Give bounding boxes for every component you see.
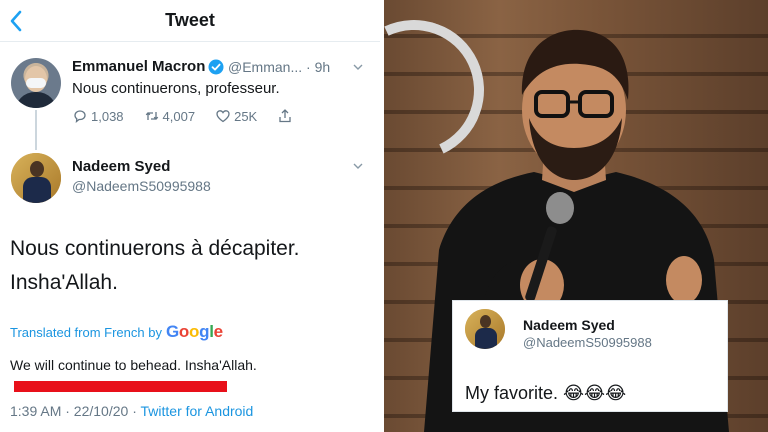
- share-icon: [279, 109, 291, 123]
- card-author-handle: @NadeemS50995988: [523, 335, 652, 350]
- heart-icon: [216, 110, 230, 123]
- tweet-meta: 1:39 AM · 22/10/20 · Twitter for Android: [10, 403, 253, 419]
- overlay-tweet-card: Nadeem Syed @NadeemS50995988 My favorite…: [452, 300, 728, 412]
- verified-badge-icon: [208, 59, 224, 75]
- thread-line: [35, 110, 37, 150]
- reply-tweet-text: Nous continuerons à décapiter. Insha'All…: [10, 232, 370, 300]
- retweet-count: 4,007: [162, 108, 196, 124]
- top-bar: Tweet: [0, 0, 380, 42]
- avatar-nadeem-small[interactable]: [465, 309, 505, 349]
- reply-button[interactable]: 1,038: [72, 108, 124, 124]
- author-handle: @Emman... · 9h: [228, 59, 330, 75]
- tweet-timestamp: 1:39 AM · 22/10/20 ·: [10, 403, 137, 419]
- reply-icon: [74, 110, 86, 123]
- avatar-nadeem[interactable]: [11, 153, 61, 203]
- redaction-bar: [14, 381, 227, 392]
- card-tweet-text: My favorite. 😂😂😂: [465, 383, 627, 403]
- reply-text-line-1: Nous continuerons à décapiter.: [10, 237, 300, 260]
- retweet-icon: [145, 112, 158, 120]
- reply-author-handle: @NadeemS50995988: [72, 178, 211, 194]
- reply-text-line-2: Insha'Allah.: [10, 271, 118, 294]
- share-button[interactable]: [277, 108, 293, 124]
- like-button[interactable]: 25K: [215, 108, 257, 124]
- chevron-down-icon[interactable]: [352, 61, 364, 73]
- page-title: Tweet: [165, 10, 215, 30]
- tweet-source-link[interactable]: Twitter for Android: [141, 403, 254, 419]
- translation-text: We will continue to behead. Insha'Allah.: [10, 357, 257, 373]
- card-author-name[interactable]: Nadeem Syed: [523, 317, 615, 333]
- tweet-screenshot: Tweet Emmanuel Macron @Emman... · 9h Nou…: [0, 0, 380, 432]
- reply-author-name[interactable]: Nadeem Syed: [72, 158, 170, 175]
- retweet-button[interactable]: 4,007: [144, 108, 196, 124]
- author-handle-text: @Emman...: [228, 59, 303, 75]
- like-count: 25K: [234, 108, 258, 124]
- avatar-macron[interactable]: [11, 58, 61, 108]
- tweet-text: Nous continuerons, professeur.: [72, 80, 280, 97]
- chevron-down-icon[interactable]: [352, 160, 364, 172]
- author-name[interactable]: Emmanuel Macron: [72, 58, 205, 75]
- tweet-actions: 1,038 4,007 25K: [72, 106, 313, 126]
- google-logo: Google: [165, 322, 223, 341]
- translated-by[interactable]: Translated from French by Google: [10, 322, 223, 342]
- translated-label: Translated from French by: [10, 324, 162, 340]
- tweet-time: · 9h: [306, 59, 331, 75]
- reply-count: 1,038: [91, 108, 124, 124]
